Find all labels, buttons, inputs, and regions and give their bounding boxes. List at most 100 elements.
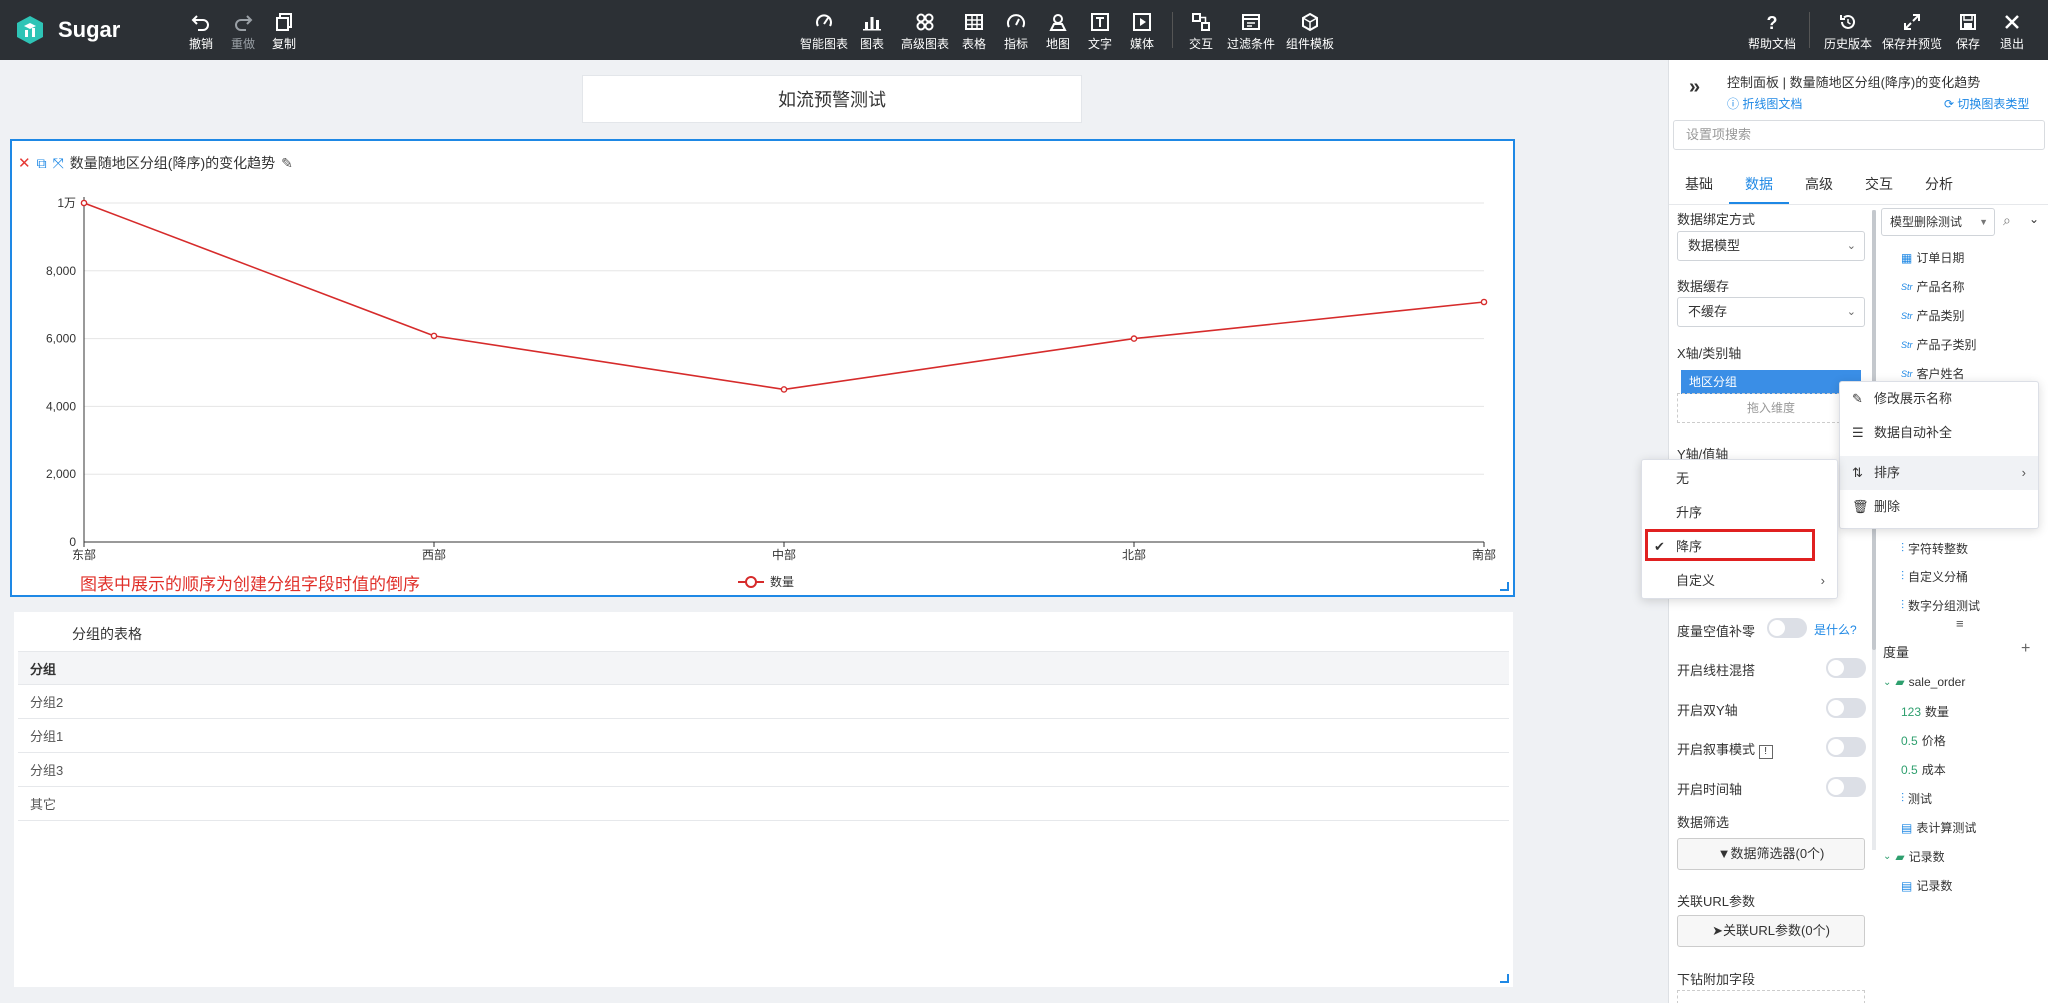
tab-advanced[interactable]: 高级 [1789,163,1849,204]
tab-basic[interactable]: 基础 [1669,163,1729,204]
drill-drop-zone[interactable] [1677,990,1865,1003]
calc-field-icon: ⫶ [1901,569,1905,583]
y-tick-label: 1万 [57,196,76,210]
list-icon: ☰ [1852,425,1864,440]
advanced-chart-button[interactable]: 高级图表 [901,12,949,52]
panel-title: 控制面板 | 数量随地区分组(降序)的变化趋势 [1727,75,1981,90]
indicator-button[interactable]: 指标 [1004,12,1028,52]
group-table-card[interactable]: 分组的表格 分组 分组2 分组1 分组3 其它 [14,612,1513,987]
what-is-link[interactable]: 是什么? [1814,621,1857,638]
search-icon[interactable]: ⌕ [2003,212,2011,229]
menu-item-delete[interactable]: 🗑 删除 [1840,490,2038,524]
tab-analysis[interactable]: 分析 [1909,163,1969,204]
field-item[interactable]: ⫶ 自定义分桶 [1901,568,1968,585]
history-version-button[interactable]: 历史版本 [1824,12,1872,52]
sort-icon: ⇅ [1852,465,1863,480]
field-item[interactable]: Str 产品类别 [1901,307,1965,324]
field-item[interactable]: ▦ 订单日期 [1901,249,1964,266]
field-item[interactable]: 123 数量 [1901,703,1949,720]
field-item[interactable]: ⫶ 数字分组测试 [1901,597,1980,614]
field-item[interactable]: 0.5 价格 [1901,732,1946,749]
copy-button[interactable]: 复制 [272,12,296,52]
y-tick-label: 8,000 [46,264,76,278]
time-axis-toggle[interactable] [1826,777,1866,797]
undo-button[interactable]: 撤销 [189,12,213,52]
cube-icon [1302,12,1318,32]
chart-legend[interactable]: 数量 [738,573,794,590]
sort-option-custom[interactable]: 自定义 › [1642,564,1837,598]
url-param-button[interactable]: ➤关联URL参数(0个) [1677,915,1865,947]
null-fill-toggle[interactable] [1767,618,1807,638]
filter-condition-button[interactable]: 过滤条件 [1227,12,1275,52]
y-tick-label: 4,000 [46,399,76,413]
model-select[interactable]: 模型删除测试 ▼ [1881,208,1995,236]
y-tick-label: 2,000 [46,467,76,481]
page-title[interactable]: 如流预警测试 [582,75,1082,123]
data-filter-button[interactable]: ▼数据筛选器(0个) [1677,838,1865,870]
toolbar-separator-right [1809,12,1810,48]
redo-button[interactable]: 重做 [231,12,255,52]
null-fill-label: 度量空值补零 [1677,624,1756,639]
field-item[interactable]: Str 客户姓名 [1901,365,1965,382]
smart-chart-icon [816,14,832,27]
exit-button[interactable]: 退出 [2000,12,2024,52]
switch-chart-type-link[interactable]: ⟳ 切换图表类型 [1944,95,2029,112]
field-item[interactable]: ▤ 表计算测试 [1901,819,1976,836]
narrative-label: 开启叙事模式 ! [1677,739,1773,759]
table-icon [965,14,983,30]
add-measure-icon[interactable]: + [2021,640,2030,658]
drag-handle-icon[interactable]: ≡ [1956,616,1964,631]
chart-resize-handle[interactable] [1500,582,1509,591]
tab-interaction[interactable]: 交互 [1849,163,1909,204]
folder-item[interactable]: ⌄ ▰ 记录数 [1883,848,1945,865]
media-button[interactable]: 媒体 [1130,12,1154,52]
text-button[interactable]: 文字 [1088,12,1112,52]
field-item[interactable]: Str 产品名称 [1901,278,1965,295]
sort-option-none[interactable]: 无 [1642,462,1837,496]
data-point [1130,335,1138,342]
table-button[interactable]: 表格 [962,12,986,52]
interaction-button[interactable]: 交互 [1189,12,1213,52]
media-play-icon [1133,13,1151,31]
tab-data[interactable]: 数据 [1729,163,1789,204]
x-axis-drop-zone[interactable]: 拖入维度 [1677,393,1865,423]
advanced-chart-icon [916,13,934,31]
table-resize-handle[interactable] [1500,974,1509,983]
component-template-button[interactable]: 组件模板 [1286,12,1334,52]
field-item[interactable]: ⫶ 字符转整数 [1901,540,1968,557]
combo-toggle[interactable] [1826,658,1866,678]
narrative-toggle[interactable] [1826,737,1866,757]
cache-select[interactable]: 不缓存 ⌄ [1677,297,1865,327]
field-item[interactable]: ▤ 记录数 [1901,877,1952,894]
measure-header: 度量 [1883,645,1910,660]
chevron-right-icon: › [1820,573,1825,588]
x-axis-field-pill[interactable]: 地区分组 [1681,370,1861,394]
folder-item[interactable]: ⌄ ▰ sale_order [1883,675,1965,689]
smart-chart-button[interactable]: 智能图表 [800,12,848,52]
field-item[interactable]: ⫶ 测试 [1901,790,1932,807]
menu-item-rename[interactable]: ✎ 修改展示名称 [1840,382,2038,416]
field-item[interactable]: 0.5 成本 [1901,761,1946,778]
chevron-down-icon[interactable]: ⌄ [2029,212,2039,226]
close-icon [2005,15,2019,29]
history-icon [1840,14,1855,29]
y-tick-label: 0 [69,535,76,549]
help-doc-button[interactable]: ? 帮助文档 [1748,12,1796,52]
line-chart-doc-link[interactable]: ⓘ 折线图文档 [1727,95,1802,112]
chart-button[interactable]: 图表 [860,12,884,52]
dual-y-toggle[interactable] [1826,698,1866,718]
table-calc-icon: ▤ [1901,820,1913,835]
menu-item-sort[interactable]: ⇅ 排序 › [1840,456,2038,490]
save-button[interactable]: 保存 [1956,12,1980,52]
gauge-icon [1007,14,1025,28]
settings-search-input[interactable]: 设置项搜索 [1673,120,2045,150]
line-chart-card[interactable]: ✕ ⧉ ⤧ 数量随地区分组(降序)的变化趋势 ✎ 0 2,000 4,000 6,00… [10,139,1515,597]
bar-chart-icon [863,17,881,31]
field-item[interactable]: Str 产品子类别 [1901,336,1977,353]
save-preview-button[interactable]: 保存并预览 [1882,12,1942,52]
sort-option-asc[interactable]: 升序 [1642,496,1837,530]
collapse-panel-icon[interactable]: » [1689,76,1700,99]
menu-item-autofill[interactable]: ☰ 数据自动补全 [1840,416,2038,450]
binding-mode-select[interactable]: 数据模型 ⌄ [1677,231,1865,261]
map-button[interactable]: 地图 [1046,12,1070,52]
